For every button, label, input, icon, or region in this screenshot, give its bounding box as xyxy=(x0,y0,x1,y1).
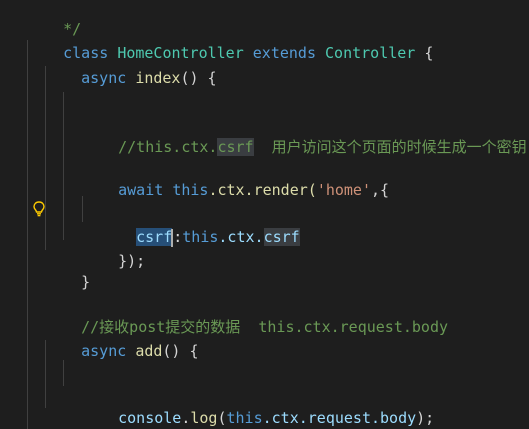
code-line[interactable]: csrf:this.ctx.csrf xyxy=(100,198,300,247)
console-object: console xyxy=(118,409,182,427)
function-name-index: index xyxy=(135,69,181,87)
code-editor[interactable]: */ class HomeController extends Controll… xyxy=(0,0,529,429)
render-chain: .ctx.render( xyxy=(208,181,317,199)
request-body-accessor: .ctx.request.body xyxy=(262,409,417,427)
code-line[interactable]: //this.ctx.csrf 用户访问这个页面的时候生成一个密钥 xyxy=(82,108,527,156)
code-line[interactable]: //接收post提交的数据 this.ctx.request.body xyxy=(45,288,448,336)
open-brace: { xyxy=(415,44,434,62)
code-line[interactable]: async add() { xyxy=(45,312,198,360)
colon: : xyxy=(173,228,183,246)
render-tail: ,{ xyxy=(371,181,390,199)
ctx-accessor: .ctx. xyxy=(218,228,264,246)
code-line[interactable]: }); xyxy=(82,222,145,270)
parens-brace: () { xyxy=(180,69,217,87)
render-string-arg: 'home' xyxy=(316,181,371,199)
await-keyword: await xyxy=(118,181,164,199)
indent-guide xyxy=(27,40,28,429)
code-line[interactable]: } xyxy=(45,401,90,427)
parent-class-name: Controller xyxy=(325,44,416,62)
code-line[interactable]: class HomeController extends Controller … xyxy=(27,14,433,62)
async-keyword: async xyxy=(81,69,127,87)
csrf-value-highlight: csrf xyxy=(263,228,300,246)
function-name-add: add xyxy=(135,342,163,360)
lightbulb-icon[interactable] xyxy=(32,201,46,217)
this-keyword: this xyxy=(226,409,263,427)
log-function: log xyxy=(190,409,218,427)
code-line[interactable]: await this.ctx.render('home',{ xyxy=(82,151,389,199)
code-line[interactable]: } xyxy=(45,243,90,291)
this-keyword: this xyxy=(182,228,219,246)
indent-guide xyxy=(63,92,64,240)
code-line[interactable]: console.log(this.ctx.request.body); xyxy=(82,379,434,427)
close-paren: ); xyxy=(416,409,435,427)
extends-keyword: extends xyxy=(252,44,316,62)
parens-brace: () { xyxy=(162,342,199,360)
this-keyword: this xyxy=(172,181,209,199)
async-keyword: async xyxy=(81,342,127,360)
open-paren: ( xyxy=(217,409,227,427)
code-line[interactable]: async index() { xyxy=(45,39,216,87)
close-object: }); xyxy=(118,252,146,270)
